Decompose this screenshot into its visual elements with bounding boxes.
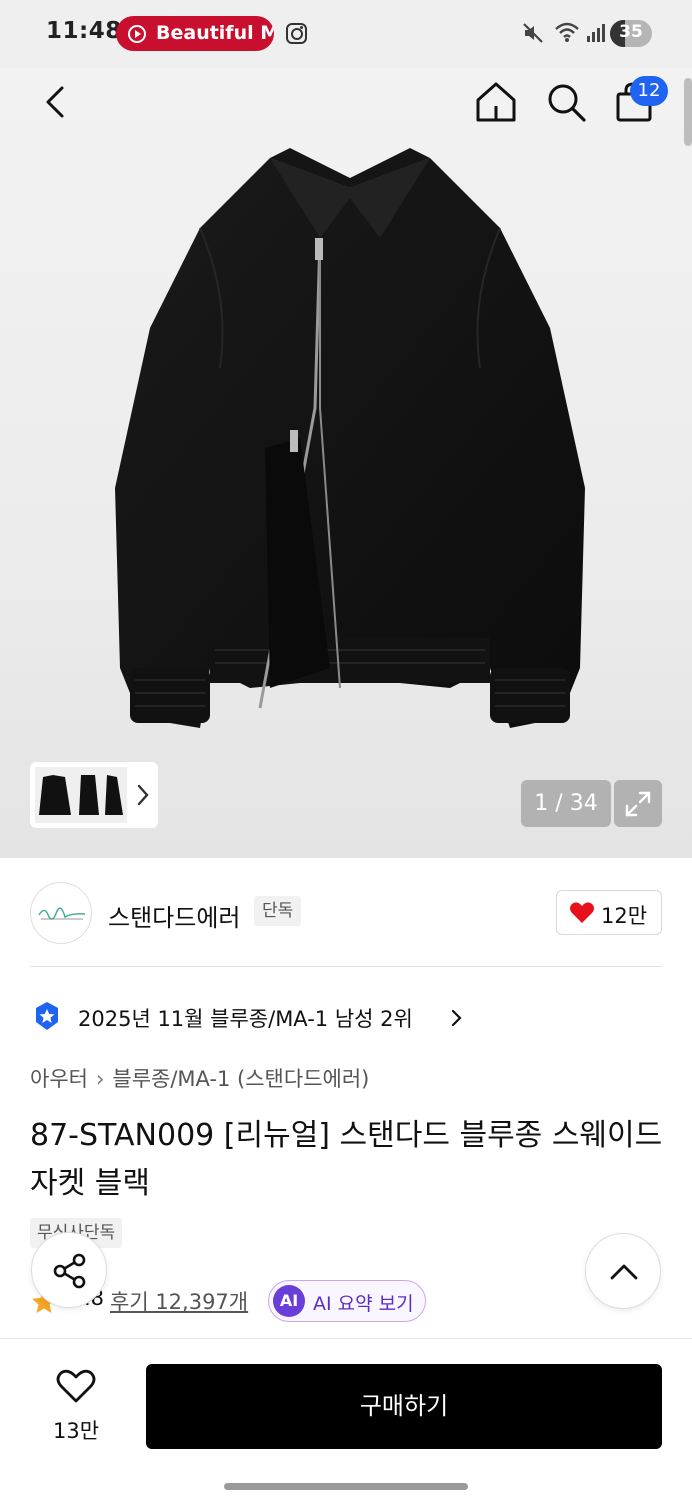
ranking-badge-icon: [36, 1002, 58, 1030]
gallery-thumbnail-strip[interactable]: [30, 762, 158, 828]
brand-logo-mark: [38, 907, 86, 920]
gallery-page-counter: 1 / 34: [521, 780, 611, 827]
thumbnail-image[interactable]: [35, 767, 127, 823]
instagram-icon: [286, 23, 307, 44]
back-icon[interactable]: [40, 82, 80, 122]
breadcrumb-subcategory[interactable]: 블루종/MA-1 (스탠다드에러): [112, 1067, 369, 1091]
buy-button[interactable]: 구매하기: [146, 1364, 662, 1449]
ai-summary-label: AI 요약 보기: [313, 1293, 414, 1315]
product-image-jacket: [115, 148, 585, 728]
home-indicator[interactable]: [224, 1483, 468, 1490]
bottom-purchase-bar: 13만 구매하기: [0, 1338, 692, 1500]
cart-count-badge: 12: [630, 76, 668, 106]
status-time: 11:48: [46, 18, 122, 44]
breadcrumb: 아우터 › 블루종/MA-1 (스탠다드에러): [30, 1063, 369, 1093]
status-bar: 11:48 Beautiful M 35: [0, 0, 692, 68]
scrollbar-thumb[interactable]: [684, 78, 692, 146]
expand-button[interactable]: [614, 780, 662, 827]
expand-icon: [625, 791, 651, 817]
ai-summary-button[interactable]: AI AI 요약 보기: [268, 1280, 426, 1322]
signal-icon: [587, 24, 605, 42]
search-icon[interactable]: [544, 80, 588, 124]
product-image-gallery[interactable]: 12 1 / 34: [0, 68, 692, 858]
mute-icon: [523, 23, 543, 43]
brand-like-button[interactable]: 12만: [556, 890, 662, 935]
brand-exclusive-tag: 단독: [254, 896, 302, 926]
share-icon: [53, 1253, 86, 1289]
reviews-link[interactable]: 후기 12,397개: [110, 1286, 248, 1316]
wifi-icon: [555, 22, 579, 42]
battery-percent: 35: [619, 22, 643, 42]
heart-outline-icon: [56, 1369, 96, 1403]
breadcrumb-chevron-icon: ›: [95, 1067, 105, 1091]
wishlist-count: 13만: [52, 1419, 100, 1443]
divider: [30, 966, 662, 967]
home-icon[interactable]: [474, 80, 518, 124]
media-notification-pill[interactable]: Beautiful M: [116, 16, 274, 51]
scroll-to-top-button[interactable]: [585, 1233, 661, 1309]
brand-row: 스탠다드에러 단독 12만: [0, 858, 692, 968]
breadcrumb-category[interactable]: 아우터: [30, 1067, 88, 1091]
youtube-music-icon: [128, 25, 146, 43]
product-title: 87-STAN009 [리뉴얼] 스탠다드 블루종 스웨이드 자켓 블랙: [30, 1118, 663, 1201]
chevron-right-icon[interactable]: [134, 782, 152, 808]
wishlist-button[interactable]: 13만: [30, 1359, 122, 1459]
chevron-right-icon: [451, 1009, 462, 1027]
brand-name[interactable]: 스탠다드에러: [108, 898, 240, 933]
brand-logo[interactable]: [30, 882, 92, 944]
brand-like-count: 12만: [601, 904, 648, 928]
media-title: Beautiful M: [156, 22, 274, 44]
battery-icon: 35: [610, 20, 652, 47]
chevron-up-icon: [610, 1264, 638, 1280]
ai-icon: AI: [273, 1285, 305, 1317]
share-button[interactable]: [31, 1232, 107, 1308]
heart-filled-icon: [570, 902, 594, 923]
ranking-text: 2025년 11월 블루종/MA-1 남성 2위: [78, 1007, 413, 1031]
